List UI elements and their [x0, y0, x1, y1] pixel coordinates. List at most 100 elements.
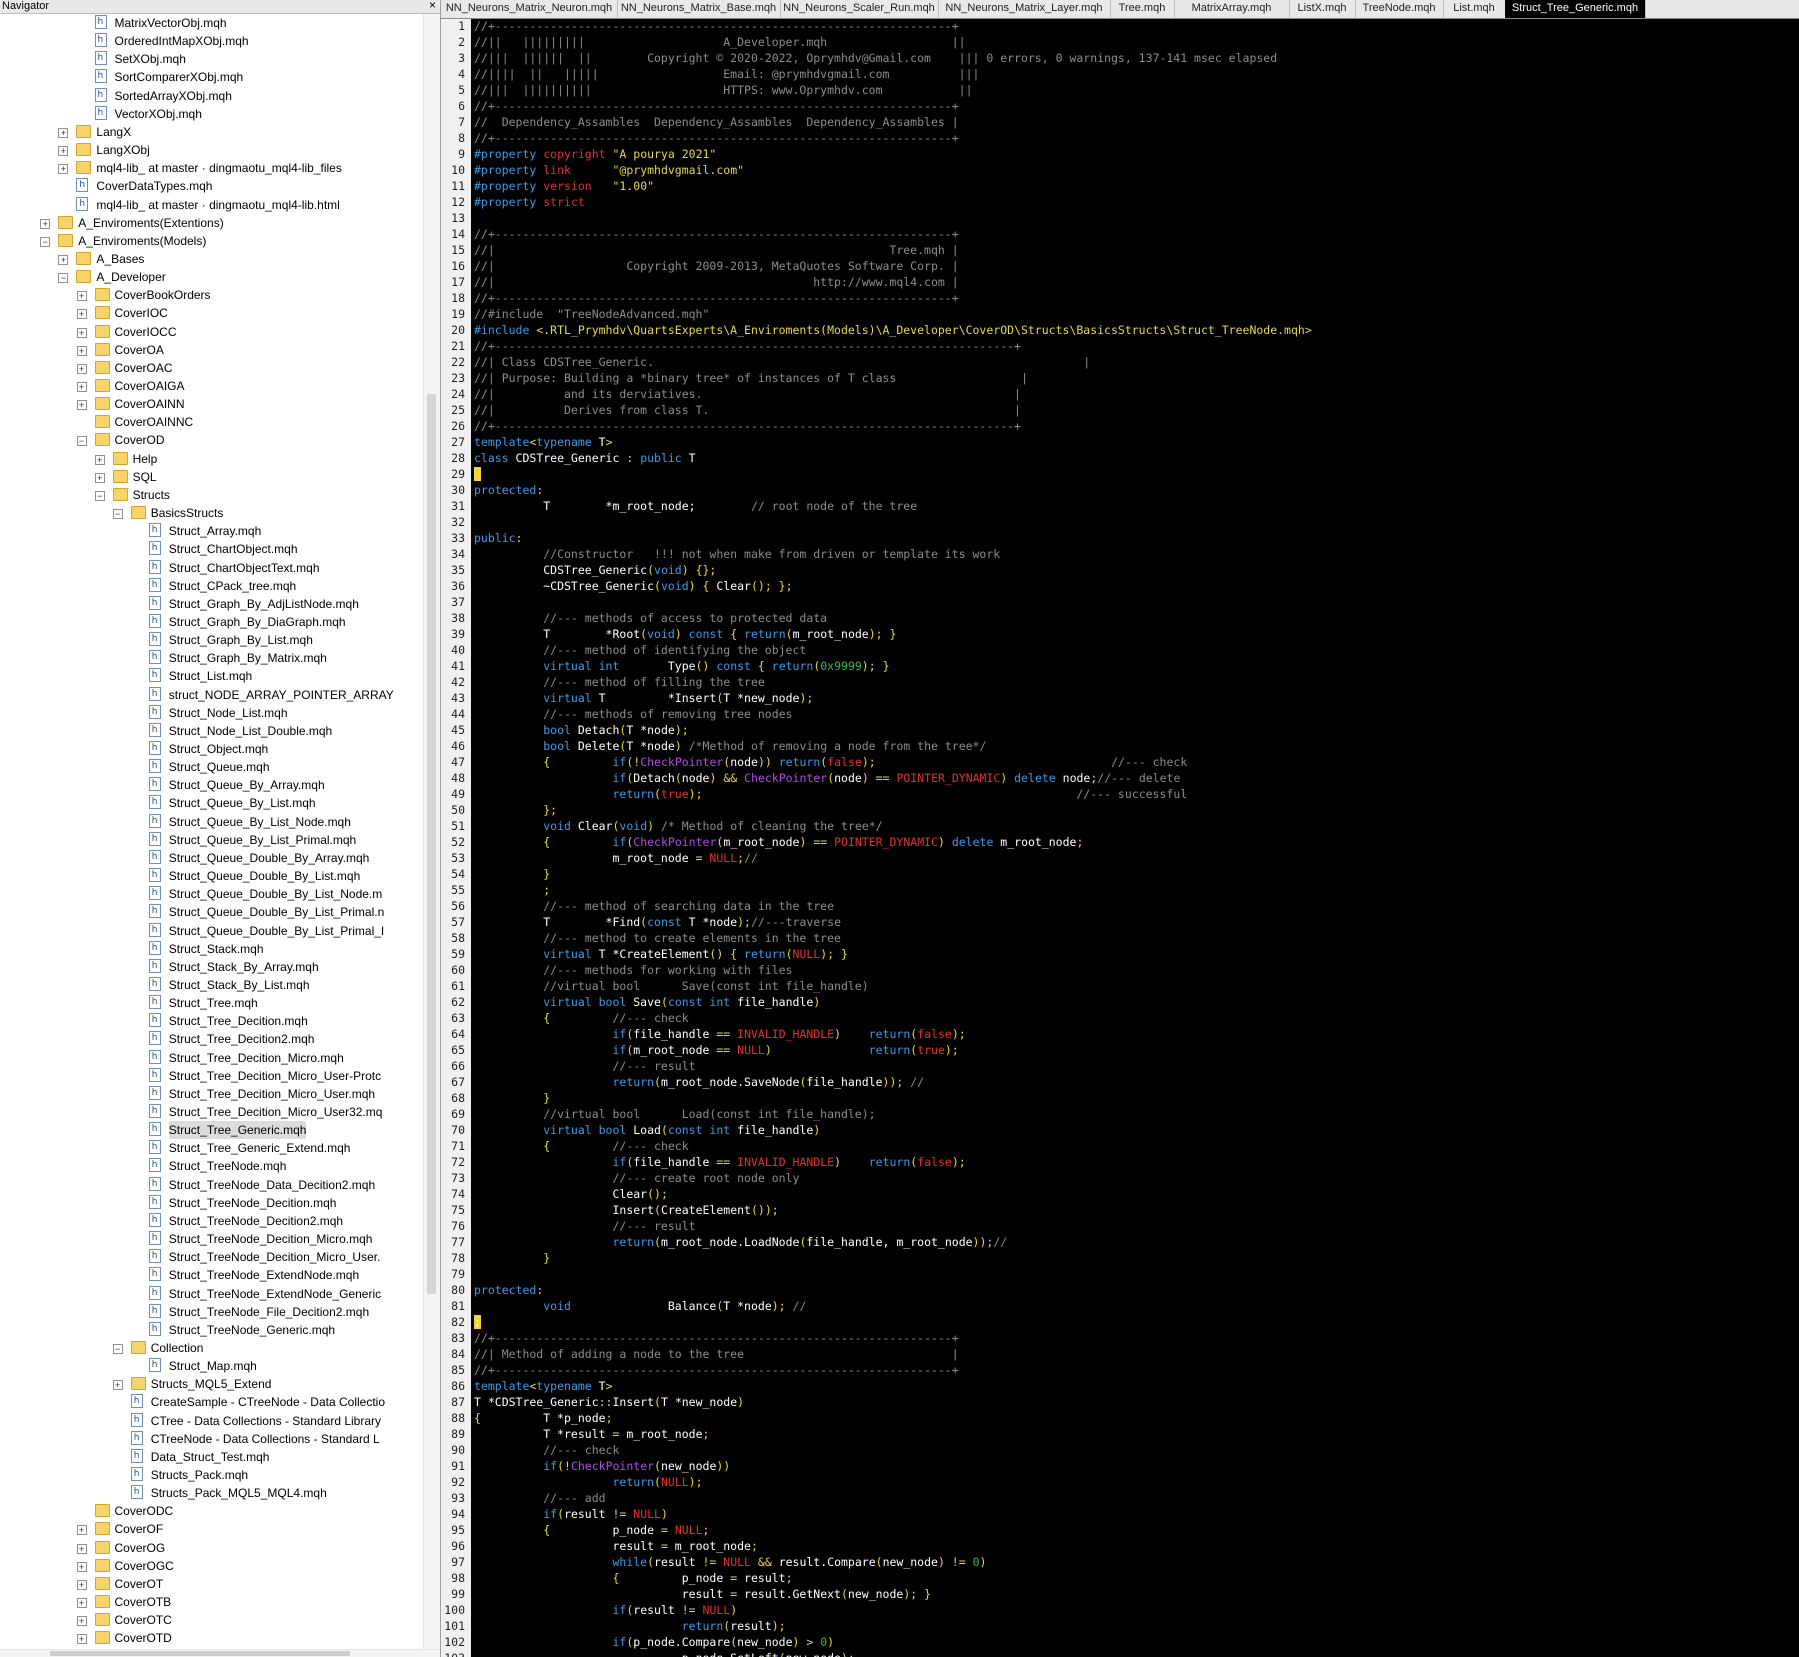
tree-folder[interactable]: + CoverOTD: [0, 1629, 420, 1647]
tree-file[interactable]: Struct_Queue.mqh: [0, 757, 420, 776]
tree-folder[interactable]: + LangX: [0, 123, 420, 141]
expand-icon[interactable]: +: [76, 382, 87, 392]
expand-icon[interactable]: +: [76, 327, 87, 338]
expand-icon[interactable]: +: [76, 1561, 87, 1572]
tree-file[interactable]: CoverDataTypes.mqh: [0, 176, 420, 195]
editor-tab[interactable]: NN_Neurons_Scaler_Run.mqh: [780, 0, 939, 18]
tree-file[interactable]: SortedArrayXObj.mqh: [0, 86, 420, 105]
editor-tab[interactable]: MatrixArray.mqh: [1174, 0, 1290, 18]
editor-tab[interactable]: NN_Neurons_Matrix_Layer.mqh: [938, 0, 1111, 18]
tree-file[interactable]: Struct_Graph_By_Matrix.mqh: [0, 648, 420, 667]
editor-tab[interactable]: NN_Neurons_Matrix_Neuron.mqh: [441, 0, 618, 18]
navigator-scrollbar[interactable]: [423, 14, 440, 1649]
collapse-icon[interactable]: −: [58, 273, 69, 284]
tree-file[interactable]: Struct_TreeNode_Decition_Micro_User.: [0, 1247, 420, 1266]
tree-folder[interactable]: + CoverOAINN: [0, 395, 420, 413]
expand-icon[interactable]: +: [76, 1525, 87, 1536]
editor-tab[interactable]: TreeNode.mqh: [1355, 0, 1444, 18]
expand-icon[interactable]: +: [76, 309, 87, 320]
tree-folder[interactable]: + CoverOAIGA: [0, 377, 420, 395]
tree-folder[interactable]: + CoverOTC: [0, 1611, 420, 1629]
tree-file[interactable]: Struct_ChartObject.mqh: [0, 539, 420, 558]
tree-file[interactable]: SetXObj.mqh: [0, 49, 420, 68]
tree-file[interactable]: Struct_Stack_By_List.mqh: [0, 975, 420, 994]
tree-folder[interactable]: + CoverIOC: [0, 304, 420, 322]
tree-file[interactable]: Struct_TreeNode_Data_Decition2.mqh: [0, 1175, 420, 1194]
tree-file[interactable]: Struct_Queue_Double_By_List_Primal_I: [0, 921, 420, 940]
editor-tab[interactable]: List.mqh: [1443, 0, 1506, 18]
tree-file[interactable]: Struct_Queue_By_Array.mqh: [0, 775, 420, 794]
tree-file[interactable]: Struct_TreeNode_Decition2.mqh: [0, 1211, 420, 1230]
editor-tab[interactable]: Struct_Tree_Generic.mqh: [1505, 0, 1646, 18]
editor-tab[interactable]: NN_Neurons_Matrix_Base.mqh: [617, 0, 781, 18]
tree-file[interactable]: Struct_Tree_Decition_Micro.mqh: [0, 1048, 420, 1067]
tree-file[interactable]: Struct_List.mqh: [0, 666, 420, 685]
expand-icon[interactable]: +: [40, 218, 51, 229]
tree-folder[interactable]: − A_Developer: [0, 268, 420, 286]
tree-folder[interactable]: + CoverOA: [0, 341, 420, 359]
close-icon[interactable]: ×: [429, 0, 436, 12]
tree-file[interactable]: Struct_Queue_Double_By_List_Node.m: [0, 884, 420, 903]
tree-file[interactable]: Struct_Map.mqh: [0, 1356, 420, 1375]
expand-icon[interactable]: +: [76, 363, 87, 374]
tree-file[interactable]: Struct_Graph_By_AdjListNode.mqh: [0, 594, 420, 613]
tree-file[interactable]: Struct_Graph_By_DiaGraph.mqh: [0, 612, 420, 631]
tree-folder[interactable]: + LangXObj: [0, 141, 420, 159]
tree-file[interactable]: mql4-lib_ at master · dingmaotu_mql4-lib…: [0, 195, 420, 214]
expand-icon[interactable]: +: [112, 1380, 123, 1391]
tree-file[interactable]: Struct_Graph_By_List.mqh: [0, 630, 420, 649]
tree-file[interactable]: Struct_TreeNode_Decition_Micro.mqh: [0, 1229, 420, 1248]
tree-file[interactable]: Struct_TreeNode_ExtendNode.mqh: [0, 1265, 420, 1284]
expand-icon[interactable]: +: [76, 400, 87, 411]
tree-file[interactable]: Struct_Array.mqh: [0, 521, 420, 540]
tree-file[interactable]: Struct_Object.mqh: [0, 739, 420, 758]
tree-file[interactable]: Struct_Stack_By_Array.mqh: [0, 957, 420, 976]
tree-file[interactable]: CTree - Data Collections - Standard Libr…: [0, 1411, 420, 1430]
tree-folder[interactable]: + CoverOGC: [0, 1557, 420, 1575]
editor-tab[interactable]: Tree.mqh: [1110, 0, 1175, 18]
tree-folder[interactable]: − A_Enviroments(Models): [0, 232, 420, 250]
tree-file[interactable]: CTreeNode - Data Collections - Standard …: [0, 1429, 420, 1448]
tree-folder[interactable]: + A_Bases: [0, 250, 420, 268]
tree-file[interactable]: Struct_Queue_Double_By_List.mqh: [0, 866, 420, 885]
code-editor[interactable]: 1 2 3 4 5 6 7 8 9 10 11 12 13 14 15 16 17 18 19 20 21 22 23 24 2…: [441, 19, 1799, 1657]
scrollbar-thumb[interactable]: [50, 1651, 350, 1656]
tree-file[interactable]: struct_NODE_ARRAY_POINTER_ARRAY: [0, 685, 420, 704]
tree-folder[interactable]: + CoverOTB: [0, 1593, 420, 1611]
navigator-horizontal-scrollbar[interactable]: [0, 1649, 440, 1657]
scrollbar-thumb[interactable]: [427, 394, 436, 1294]
tree-file[interactable]: Struct_TreeNode.mqh: [0, 1156, 420, 1175]
tree-folder[interactable]: − CoverOD: [0, 431, 420, 449]
tree-file[interactable]: Struct_Tree.mqh: [0, 993, 420, 1012]
tree-folder[interactable]: CoverODC: [0, 1502, 420, 1520]
tree-file[interactable]: Struct_Tree_Decition_Micro_User32.mq: [0, 1102, 420, 1121]
tree-file[interactable]: Struct_Stack.mqh: [0, 939, 420, 958]
expand-icon[interactable]: +: [58, 127, 69, 138]
tree-folder[interactable]: + CoverOG: [0, 1539, 420, 1557]
tree-folder[interactable]: + mql4-lib_ at master · dingmaotu_mql4-li…: [0, 159, 420, 177]
tree-file[interactable]: Struct_TreeNode_Generic.mqh: [0, 1320, 420, 1339]
tree-file[interactable]: Struct_Tree_Decition_Micro_User.mqh: [0, 1084, 420, 1103]
collapse-icon[interactable]: −: [112, 509, 123, 520]
collapse-icon[interactable]: −: [76, 436, 87, 447]
tree-file[interactable]: Struct_Queue_By_List.mqh: [0, 793, 420, 812]
expand-icon[interactable]: +: [76, 1616, 87, 1627]
tree-folder[interactable]: − BasicsStructs: [0, 504, 420, 522]
collapse-icon[interactable]: −: [94, 490, 105, 501]
editor-tab[interactable]: ListX.mqh: [1289, 0, 1356, 18]
tree-file[interactable]: Data_Struct_Test.mqh: [0, 1447, 420, 1466]
expand-icon[interactable]: +: [58, 146, 69, 157]
expand-icon[interactable]: +: [76, 1634, 87, 1645]
expand-icon[interactable]: +: [94, 472, 105, 483]
tree-file[interactable]: OrderedIntMapXObj.mqh: [0, 31, 420, 50]
expand-icon[interactable]: +: [58, 254, 69, 265]
tree-folder[interactable]: + Structs_MQL5_Extend: [0, 1375, 420, 1393]
tree-file[interactable]: Struct_Queue_By_List_Node.mqh: [0, 812, 420, 831]
collapse-icon[interactable]: −: [40, 236, 51, 247]
tree-file[interactable]: Struct_Tree_Generic_Extend.mqh: [0, 1138, 420, 1157]
tree-folder[interactable]: + SQL: [0, 468, 420, 486]
tree-file[interactable]: Struct_Queue_Double_By_List_Primal.n: [0, 902, 420, 921]
tree-file[interactable]: Struct_Tree_Decition_Micro_User-Protc: [0, 1066, 420, 1085]
tree-folder[interactable]: + CoverOF: [0, 1520, 420, 1538]
tree-file[interactable]: Struct_CPack_tree.mqh: [0, 576, 420, 595]
